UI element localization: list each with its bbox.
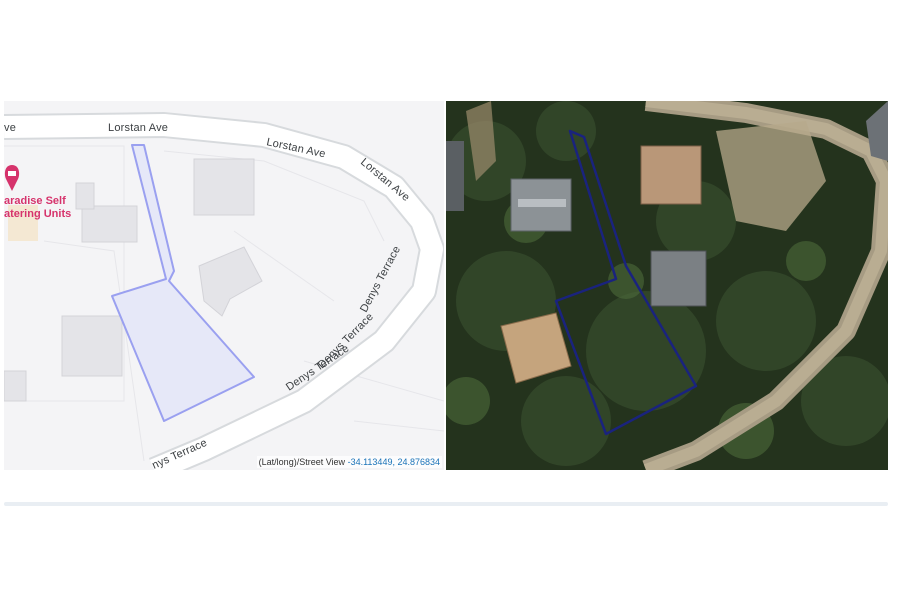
street-label-lorstan-left: ve — [4, 122, 16, 134]
satellite-image — [446, 101, 888, 470]
poi-label-line1: aradise Self — [4, 195, 66, 207]
lodging-pin-icon — [4, 165, 20, 191]
page: ve Lorstan Ave Lorstan Ave Lorstan Ave D… — [0, 0, 900, 599]
scroll-divider-bar — [4, 502, 888, 506]
poi-label-line2: atering Units — [4, 208, 71, 220]
satellite-map-panel[interactable] — [446, 101, 888, 470]
coordinate-value[interactable]: -34.113449, 24.876834 — [348, 457, 440, 467]
street-label-lorstan-1: Lorstan Ave — [108, 122, 168, 134]
lodging-bed-glyph — [8, 171, 16, 176]
street-label-denys-1: Denys Terrace — [358, 244, 403, 314]
coordinate-label: (Lat/long)/Street View — [258, 457, 346, 467]
road-map-panel[interactable]: ve Lorstan Ave Lorstan Ave Lorstan Ave D… — [4, 101, 444, 470]
road-map: ve Lorstan Ave Lorstan Ave Lorstan Ave D… — [4, 112, 444, 470]
coordinate-readout: (Lat/long)/Street View -34.113449, 24.87… — [256, 456, 442, 468]
poi-lodging-marker[interactable]: aradise Self atering Units — [4, 165, 71, 241]
